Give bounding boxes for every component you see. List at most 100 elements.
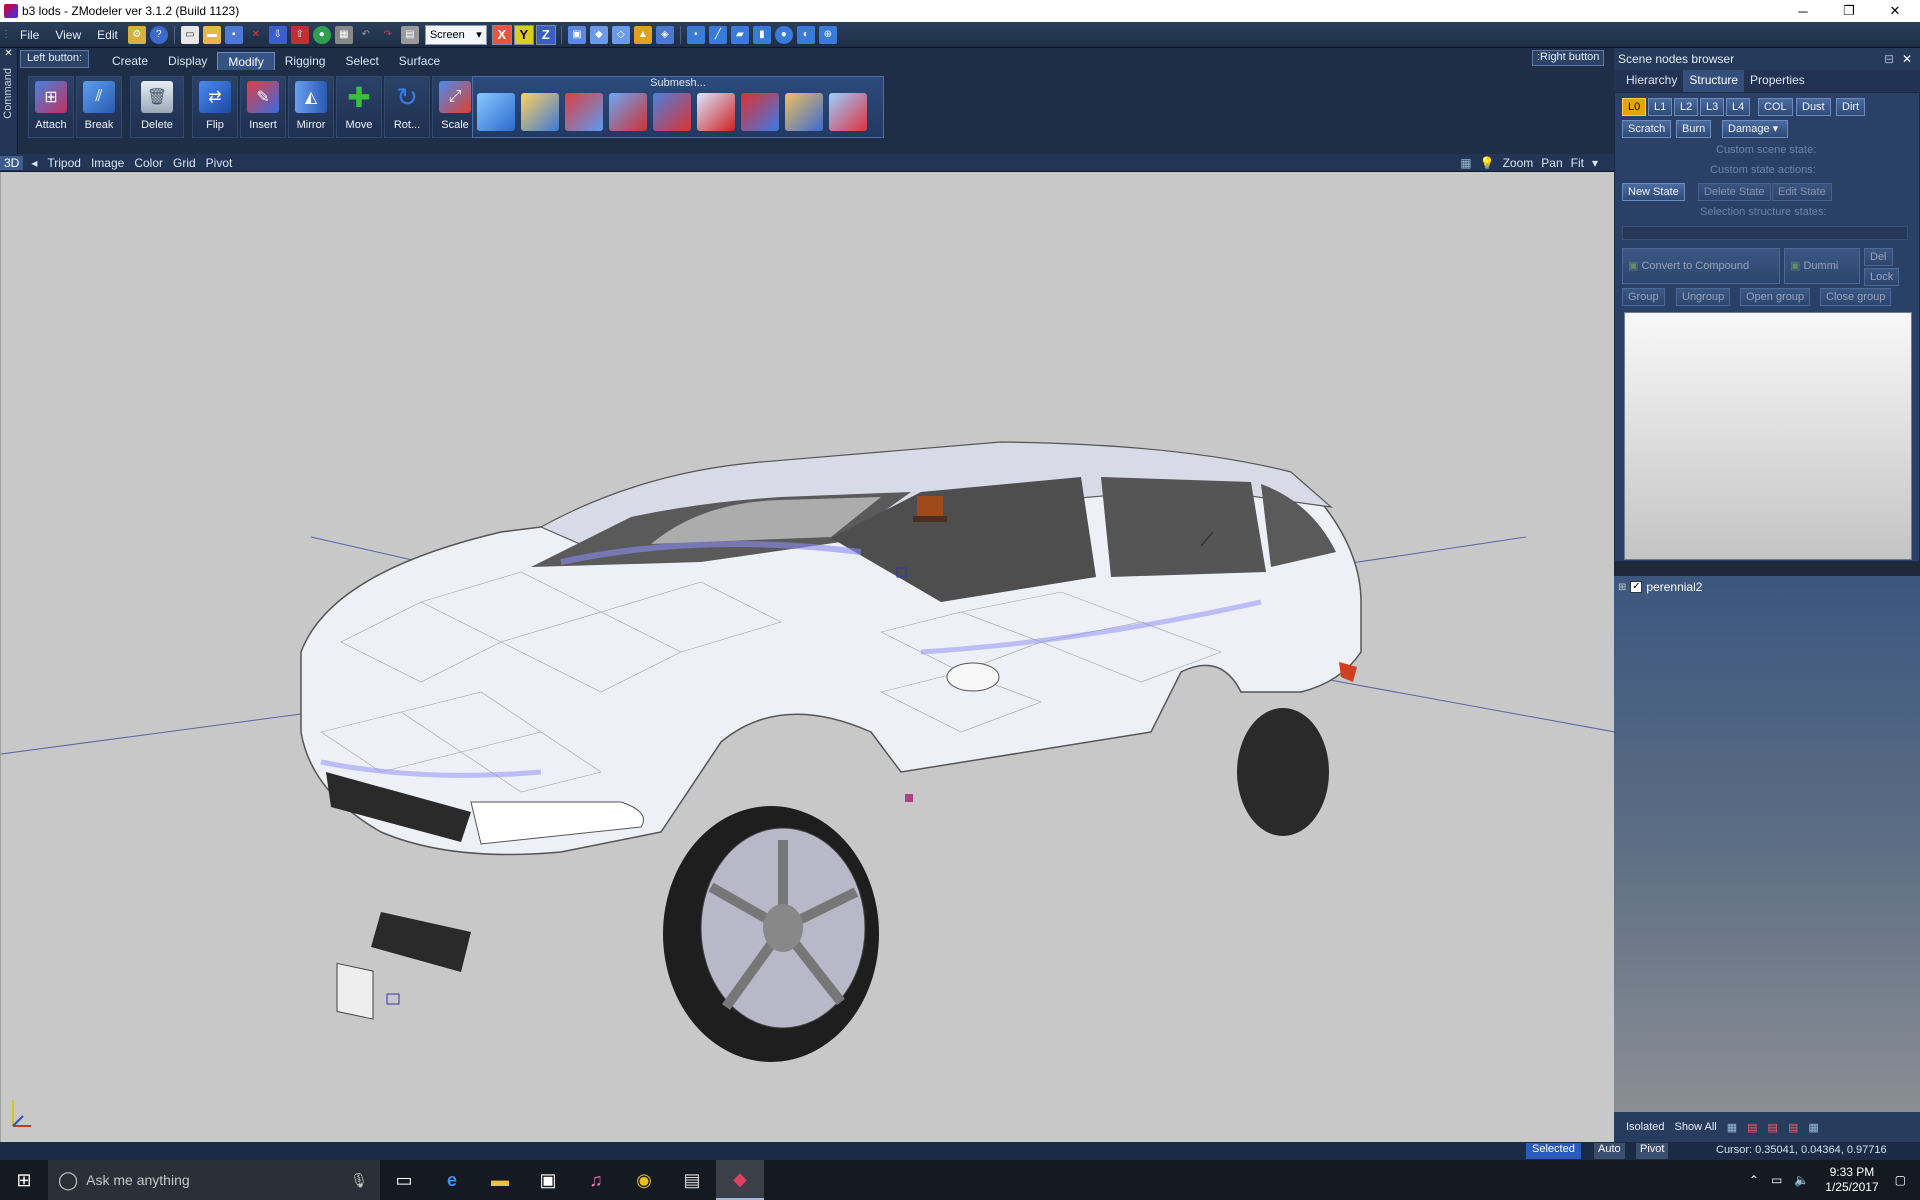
tab-properties[interactable]: Properties bbox=[1744, 70, 1811, 92]
isolated-toggle[interactable]: Isolated bbox=[1626, 1121, 1665, 1133]
task-view-icon[interactable]: ▭ bbox=[380, 1160, 428, 1200]
open-group-button[interactable]: Open group bbox=[1740, 288, 1811, 306]
options-icon[interactable]: ⚙ bbox=[127, 25, 146, 44]
lod-l1-button[interactable]: L1 bbox=[1648, 98, 1673, 116]
minimize-button[interactable]: ─ bbox=[1780, 0, 1826, 22]
snap-grid-icon[interactable]: ▣ bbox=[567, 25, 586, 44]
state-damage-select[interactable]: Damage ▾ bbox=[1722, 120, 1788, 138]
show-all-button[interactable]: Show All bbox=[1675, 1121, 1717, 1133]
snap-edge-icon[interactable]: ◇ bbox=[611, 25, 630, 44]
close-group-button[interactable]: Close group bbox=[1820, 288, 1892, 306]
viewport-fit[interactable]: Fit bbox=[1571, 156, 1584, 170]
coordinate-system-select[interactable]: Screen ▾ bbox=[424, 24, 487, 45]
microphone-icon[interactable]: 🎙 bbox=[350, 1172, 368, 1189]
clipboard-icon[interactable]: ▤ bbox=[400, 25, 419, 44]
submesh-label[interactable]: Submesh... bbox=[473, 77, 883, 89]
taskbar-clock[interactable]: 9:33 PM 1/25/2017 bbox=[1825, 1165, 1878, 1195]
submesh-edit-icon[interactable] bbox=[697, 93, 735, 131]
axis-z-toggle[interactable]: Z bbox=[535, 24, 556, 45]
viewport-arrow-icon[interactable]: ◂ bbox=[31, 156, 37, 170]
menu-edit[interactable]: Edit bbox=[89, 28, 126, 42]
status-selected[interactable]: Selected bbox=[1526, 1143, 1581, 1159]
mode-surface-icon[interactable]: ◐ bbox=[796, 25, 815, 44]
store-icon[interactable]: ▣ bbox=[524, 1160, 572, 1200]
tree-tool-icon[interactable]: ▦ bbox=[1808, 1121, 1818, 1134]
tree-tool-icon[interactable]: ▤ bbox=[1788, 1121, 1798, 1134]
lod-l2-button[interactable]: L2 bbox=[1674, 98, 1699, 116]
export-icon[interactable]: ⇧ bbox=[290, 25, 309, 44]
lock-button[interactable]: Lock bbox=[1864, 268, 1900, 286]
viewport-pan[interactable]: Pan bbox=[1541, 156, 1562, 170]
tree-node-row[interactable]: ⊞ ✓ perennial2 bbox=[1618, 580, 1702, 594]
mode-edge-icon[interactable]: ╱ bbox=[708, 25, 727, 44]
viewport-zoom[interactable]: Zoom bbox=[1503, 156, 1534, 170]
pin-icon[interactable]: ⊟ bbox=[1884, 52, 1894, 66]
mode-object-icon[interactable]: ● bbox=[774, 25, 793, 44]
menu-view[interactable]: View bbox=[47, 28, 89, 42]
rotate-button[interactable]: ↻ Rot... bbox=[384, 76, 430, 138]
del-button[interactable]: Del bbox=[1864, 248, 1893, 266]
tree-tool-icon[interactable]: ▤ bbox=[1768, 1121, 1778, 1134]
visibility-checkbox[interactable]: ✓ bbox=[1630, 581, 1643, 593]
group-button[interactable]: Group bbox=[1622, 288, 1665, 306]
close-icon[interactable]: ✕ bbox=[1902, 52, 1912, 66]
submesh-box-icon[interactable] bbox=[477, 93, 515, 131]
edit-state-button[interactable]: Edit State bbox=[1772, 183, 1832, 201]
redo-icon[interactable]: ↷ bbox=[379, 26, 397, 44]
viewport-mode[interactable]: 3D bbox=[0, 155, 24, 170]
taskbar-search[interactable]: ◯ Ask me anything 🎙 bbox=[48, 1160, 380, 1200]
help-icon[interactable]: ? bbox=[149, 25, 168, 44]
maximize-button[interactable]: ❐ bbox=[1826, 0, 1872, 22]
viewport-menu-color[interactable]: Color bbox=[134, 156, 163, 170]
submesh-extrude-icon[interactable] bbox=[653, 93, 691, 131]
submesh-cut-icon[interactable] bbox=[741, 93, 779, 131]
viewport-menu-image[interactable]: Image bbox=[91, 156, 124, 170]
viewport-menu-grid[interactable]: Grid bbox=[173, 156, 196, 170]
tab-surface[interactable]: Surface bbox=[389, 52, 450, 70]
file-explorer-icon[interactable]: ▬ bbox=[476, 1160, 524, 1200]
undo-icon[interactable]: ↶ bbox=[357, 26, 375, 44]
tab-select[interactable]: Select bbox=[335, 52, 388, 70]
edge-icon[interactable]: e bbox=[428, 1160, 476, 1200]
zmodeler-taskbar-icon[interactable]: ◆ bbox=[716, 1160, 764, 1200]
tray-chevron-icon[interactable]: ⌃ bbox=[1749, 1173, 1759, 1187]
openiv-icon[interactable]: ▤ bbox=[668, 1160, 716, 1200]
insert-button[interactable]: ✎ Insert bbox=[240, 76, 286, 138]
convert-to-compound-button[interactable]: ▣ Convert to Compound bbox=[1622, 248, 1780, 284]
submesh-uv-icon[interactable] bbox=[829, 93, 867, 131]
menu-file[interactable]: File bbox=[12, 28, 47, 42]
selection-filter-icon[interactable]: ◈ bbox=[655, 25, 674, 44]
submesh-split-icon[interactable] bbox=[565, 93, 603, 131]
scene-tree[interactable] bbox=[1614, 576, 1920, 1112]
lod-l0-button[interactable]: L0 bbox=[1622, 98, 1647, 116]
status-pivot[interactable]: Pivot bbox=[1636, 1143, 1669, 1159]
axis-x-toggle[interactable]: X bbox=[491, 24, 512, 45]
tab-display[interactable]: Display bbox=[158, 52, 217, 70]
dummies-button[interactable]: ▣ Dummi bbox=[1784, 248, 1860, 284]
mirror-button[interactable]: ◭ Mirror bbox=[288, 76, 334, 138]
viewport-menu-pivot[interactable]: Pivot bbox=[206, 156, 233, 170]
state-dirt-button[interactable]: Dirt bbox=[1836, 98, 1866, 116]
open-folder-icon[interactable]: ▬ bbox=[202, 25, 221, 44]
tab-hierarchy[interactable]: Hierarchy bbox=[1620, 70, 1683, 92]
tab-create[interactable]: Create bbox=[102, 52, 158, 70]
delete-state-button[interactable]: Delete State bbox=[1698, 183, 1771, 201]
submesh-detach-icon[interactable] bbox=[609, 93, 647, 131]
new-file-icon[interactable]: ▭ bbox=[180, 25, 199, 44]
flip-button[interactable]: ⇄ Flip bbox=[192, 76, 238, 138]
itunes-icon[interactable]: ♫ bbox=[572, 1160, 620, 1200]
structure-list[interactable] bbox=[1624, 312, 1912, 560]
axis-y-toggle[interactable]: Y bbox=[513, 24, 534, 45]
close-file-icon[interactable]: ✕ bbox=[247, 26, 265, 44]
lod-col-button[interactable]: COL bbox=[1758, 98, 1793, 116]
properties-icon[interactable]: ▦ bbox=[334, 25, 353, 44]
close-icon[interactable]: ✕ bbox=[0, 48, 17, 59]
status-auto[interactable]: Auto bbox=[1594, 1143, 1625, 1159]
expand-icon[interactable]: ⊞ bbox=[1618, 582, 1626, 593]
command-sidebar[interactable]: ✕ Command bbox=[0, 48, 18, 154]
lod-l4-button[interactable]: L4 bbox=[1726, 98, 1751, 116]
viewport-menu-tripod[interactable]: Tripod bbox=[47, 156, 81, 170]
viewport-options-icon[interactable]: ▾ bbox=[1592, 156, 1598, 170]
state-dust-button[interactable]: Dust bbox=[1796, 98, 1831, 116]
3d-viewport[interactable] bbox=[0, 172, 1614, 1142]
